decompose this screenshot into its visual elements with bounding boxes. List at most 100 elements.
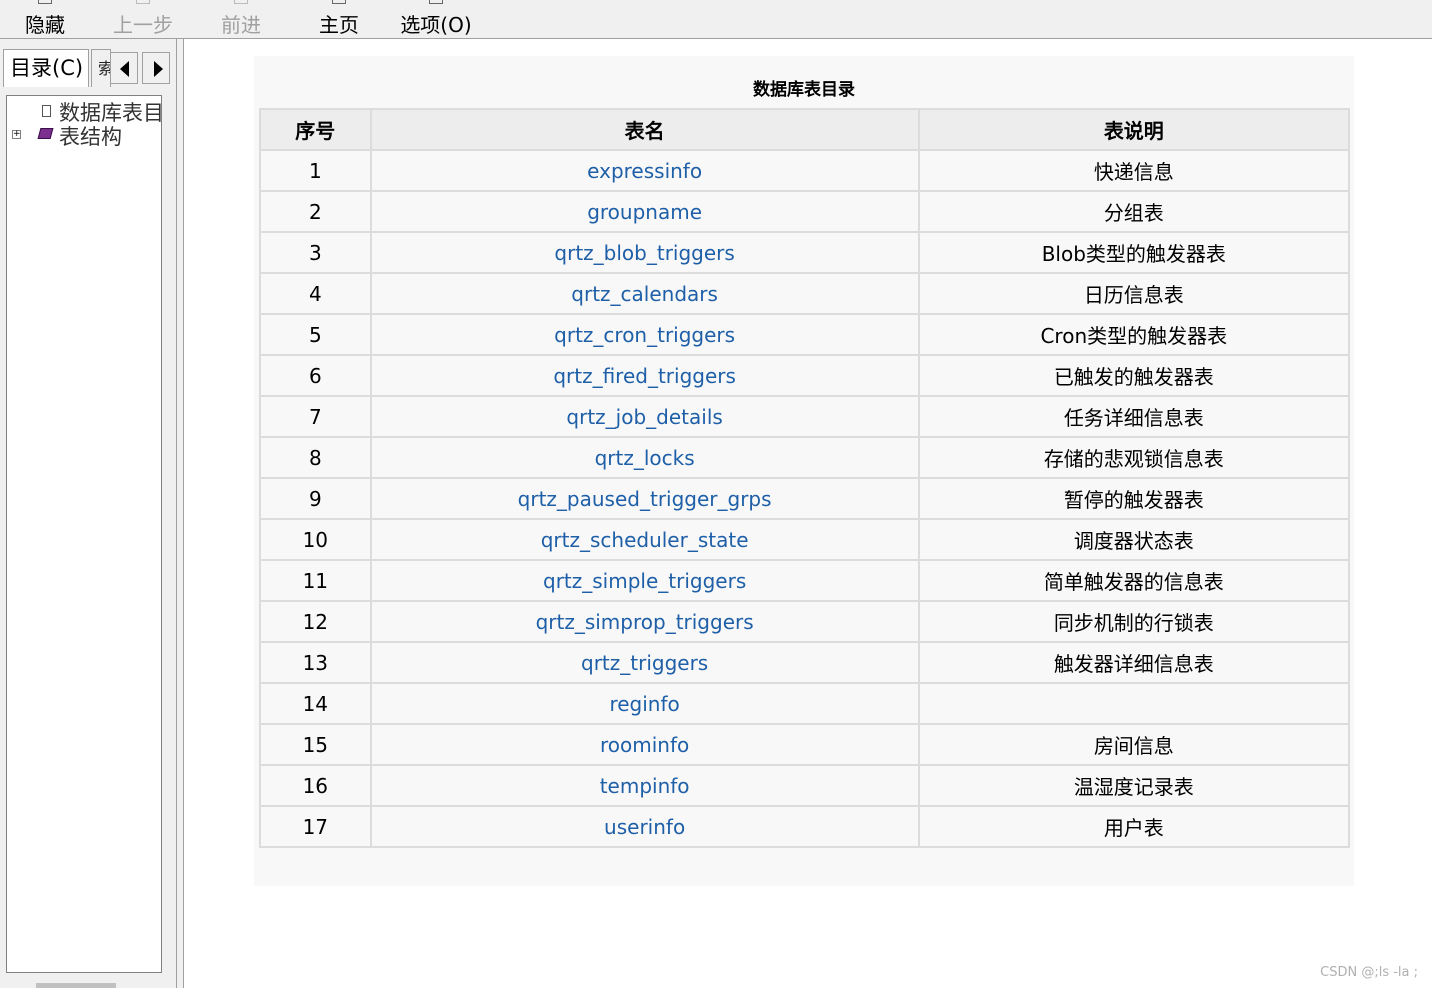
home-label: 主页: [319, 13, 359, 37]
column-header-no: 序号: [259, 108, 372, 151]
back-button[interactable]: 上一步: [110, 0, 176, 38]
tab-index[interactable]: 索: [91, 49, 111, 87]
cell-number: 13: [259, 641, 372, 684]
cell-description: 日历信息表: [917, 272, 1351, 315]
cell-table-name-link[interactable]: qrtz_calendars: [369, 272, 920, 315]
table-row: 5 qrtz_cron_triggers Cron类型的触发器表: [259, 313, 1351, 356]
cell-description: 房间信息: [917, 723, 1351, 766]
cell-number: 5: [259, 313, 372, 356]
page-icon: [42, 105, 51, 117]
cell-description: 存储的悲观锁信息表: [917, 436, 1351, 479]
cell-table-name-link[interactable]: qrtz_scheduler_state: [369, 518, 920, 561]
cell-number: 16: [259, 764, 372, 807]
cell-description: 已触发的触发器表: [917, 354, 1351, 397]
cell-table-name-link[interactable]: expressinfo: [369, 149, 920, 192]
hide-button[interactable]: 隐藏: [22, 0, 68, 38]
table-directory: 序号 表名 表说明 1 expressinfo 快递信息 2 groupname 分组表 3…: [259, 108, 1351, 848]
home-icon: [332, 0, 346, 4]
table-row: 16 tempinfo 温湿度记录表: [259, 764, 1351, 807]
table-row: 9 qrtz_paused_trigger_grps 暂停的触发器表: [259, 477, 1351, 520]
cell-description: 触发器详细信息表: [917, 641, 1351, 684]
pane-splitter[interactable]: [176, 39, 184, 988]
forward-icon: [234, 0, 248, 4]
cell-number: 17: [259, 805, 372, 848]
table-row: 4 qrtz_calendars 日历信息表: [259, 272, 1351, 315]
content-pane: 数据库表目录 序号 表名 表说明 1 expressinfo 快递信息 2 groupn…: [184, 40, 1432, 988]
cell-table-name-link[interactable]: qrtz_cron_triggers: [369, 313, 920, 356]
cell-number: 1: [259, 149, 372, 192]
cell-description: [917, 682, 1351, 725]
cell-table-name-link[interactable]: qrtz_simple_triggers: [369, 559, 920, 602]
table-row: 13 qrtz_triggers 触发器详细信息表: [259, 641, 1351, 684]
back-icon: [136, 0, 150, 4]
cell-table-name-link[interactable]: groupname: [369, 190, 920, 233]
toolbar: 隐藏 上一步 前进 主页 选项(O): [0, 0, 1432, 39]
cell-number: 6: [259, 354, 372, 397]
cell-description: 用户表: [917, 805, 1351, 848]
table-header-row: 序号 表名 表说明: [259, 108, 1351, 151]
cell-table-name-link[interactable]: roominfo: [369, 723, 920, 766]
cell-description: 温湿度记录表: [917, 764, 1351, 807]
watermark: CSDN @;ls -la ;: [1320, 965, 1418, 980]
forward-button[interactable]: 前进: [218, 0, 264, 38]
cell-table-name-link[interactable]: qrtz_simprop_triggers: [369, 600, 920, 643]
cell-table-name-link[interactable]: tempinfo: [369, 764, 920, 807]
cell-table-name-link[interactable]: qrtz_blob_triggers: [369, 231, 920, 274]
options-label: 选项(O): [400, 13, 472, 37]
tab-contents[interactable]: 目录(C): [3, 49, 89, 87]
cell-table-name-link[interactable]: qrtz_locks: [369, 436, 920, 479]
cell-description: 暂停的触发器表: [917, 477, 1351, 520]
table-row: 11 qrtz_simple_triggers 简单触发器的信息表: [259, 559, 1351, 602]
hide-icon: [38, 0, 52, 4]
tab-scroll-left-button[interactable]: [110, 52, 138, 84]
table-row: 6 qrtz_fired_triggers 已触发的触发器表: [259, 354, 1351, 397]
cell-table-name-link[interactable]: qrtz_fired_triggers: [369, 354, 920, 397]
page-title: 数据库表目录: [753, 80, 855, 100]
cell-description: 任务详细信息表: [917, 395, 1351, 438]
cell-table-name-link[interactable]: qrtz_job_details: [369, 395, 920, 438]
cell-number: 2: [259, 190, 372, 233]
back-label: 上一步: [113, 13, 173, 37]
cell-description: 快递信息: [917, 149, 1351, 192]
cell-number: 9: [259, 477, 372, 520]
table-row: 1 expressinfo 快递信息: [259, 149, 1351, 192]
table-row: 3 qrtz_blob_triggers Blob类型的触发器表: [259, 231, 1351, 274]
hide-label: 隐藏: [25, 13, 65, 37]
book-icon: [37, 128, 54, 139]
table-row: 12 qrtz_simprop_triggers 同步机制的行锁表: [259, 600, 1351, 643]
cell-table-name-link[interactable]: qrtz_triggers: [369, 641, 920, 684]
cell-number: 12: [259, 600, 372, 643]
column-header-name: 表名: [369, 108, 920, 151]
options-button[interactable]: 选项(O): [398, 0, 474, 38]
arrow-left-icon: [120, 61, 129, 77]
contents-tree: 数据库表目 + 表结构: [6, 95, 164, 973]
cell-table-name-link[interactable]: reginfo: [369, 682, 920, 725]
cell-description: 分组表: [917, 190, 1351, 233]
cell-number: 7: [259, 395, 372, 438]
tree-item-table-structure[interactable]: 表结构: [59, 121, 122, 151]
cell-table-name-link[interactable]: qrtz_paused_trigger_grps: [369, 477, 920, 520]
table-row: 2 groupname 分组表: [259, 190, 1351, 233]
cell-description: 简单触发器的信息表: [917, 559, 1351, 602]
expand-icon[interactable]: +: [12, 130, 21, 139]
options-icon: [429, 0, 443, 4]
tab-scroll-right-button[interactable]: [142, 52, 170, 84]
table-panel: 数据库表目录 序号 表名 表说明 1 expressinfo 快递信息 2 groupn…: [254, 56, 1354, 886]
table-row: 7 qrtz_job_details 任务详细信息表: [259, 395, 1351, 438]
table-row: 14 reginfo: [259, 682, 1351, 725]
cell-description: Cron类型的触发器表: [917, 313, 1351, 356]
cell-number: 10: [259, 518, 372, 561]
cell-number: 11: [259, 559, 372, 602]
home-button[interactable]: 主页: [316, 0, 362, 38]
cell-number: 4: [259, 272, 372, 315]
cell-table-name-link[interactable]: userinfo: [369, 805, 920, 848]
cell-number: 8: [259, 436, 372, 479]
horizontal-scrollbar[interactable]: [6, 974, 162, 988]
scrollbar-thumb[interactable]: [36, 983, 116, 988]
cell-description: 调度器状态表: [917, 518, 1351, 561]
cell-description: Blob类型的触发器表: [917, 231, 1351, 274]
cell-number: 3: [259, 231, 372, 274]
arrow-right-icon: [154, 61, 163, 77]
forward-label: 前进: [221, 13, 261, 37]
navigation-pane: 目录(C) 索 数据库表目 + 表结构: [0, 39, 178, 988]
